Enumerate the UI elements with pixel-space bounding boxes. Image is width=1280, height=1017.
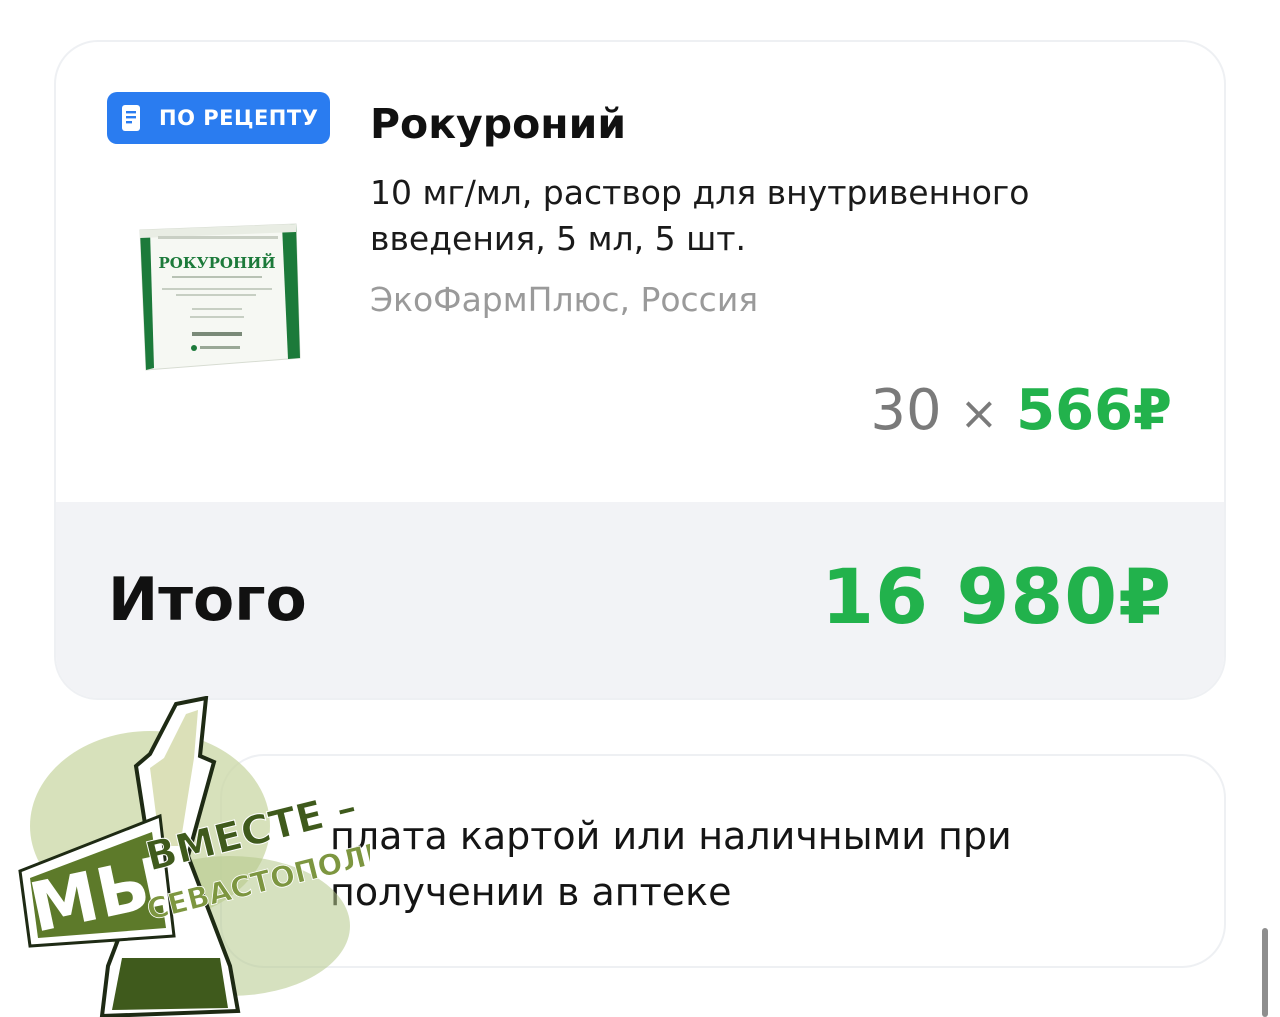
unit-price: 566₽ <box>1016 378 1172 443</box>
prescription-badge-label: ПО РЕЦЕПТУ <box>159 106 319 130</box>
product-manufacturer: ЭкоФармПлюс, Россия <box>370 280 759 319</box>
product-name[interactable]: Рокуроний <box>370 100 626 148</box>
total-value: 16 980₽ <box>821 552 1172 641</box>
screen: ПО РЕЦЕПТУ РОКУРОНИЙ Рокуроний 10 мг/мл,… <box>0 0 1280 1017</box>
total-bar: Итого 16 980₽ <box>56 502 1224 698</box>
package-label: РОКУРОНИЙ <box>158 253 275 272</box>
total-label: Итого <box>108 565 307 635</box>
order-item-card: ПО РЕЦЕПТУ РОКУРОНИЙ Рокуроний 10 мг/мл,… <box>54 40 1226 700</box>
receipt-icon <box>122 105 140 131</box>
quantity: 30 <box>870 378 942 443</box>
prescription-badge: ПО РЕЦЕПТУ <box>107 92 330 144</box>
payment-info-text: плата картой или наличными при получении… <box>330 814 1012 914</box>
multiply-sign: × <box>959 386 999 440</box>
price-line: 30 × 566₽ <box>870 378 1172 443</box>
product-description: 10 мг/мл, раствор для внутривенного введ… <box>370 173 1030 258</box>
watermark-logo: МЫ ВМЕСТЕ – СЕВАСТОПОЛЬ <box>18 696 370 1017</box>
product-image[interactable]: РОКУРОНИЙ <box>132 218 304 372</box>
scrollbar[interactable] <box>1262 928 1268 1017</box>
